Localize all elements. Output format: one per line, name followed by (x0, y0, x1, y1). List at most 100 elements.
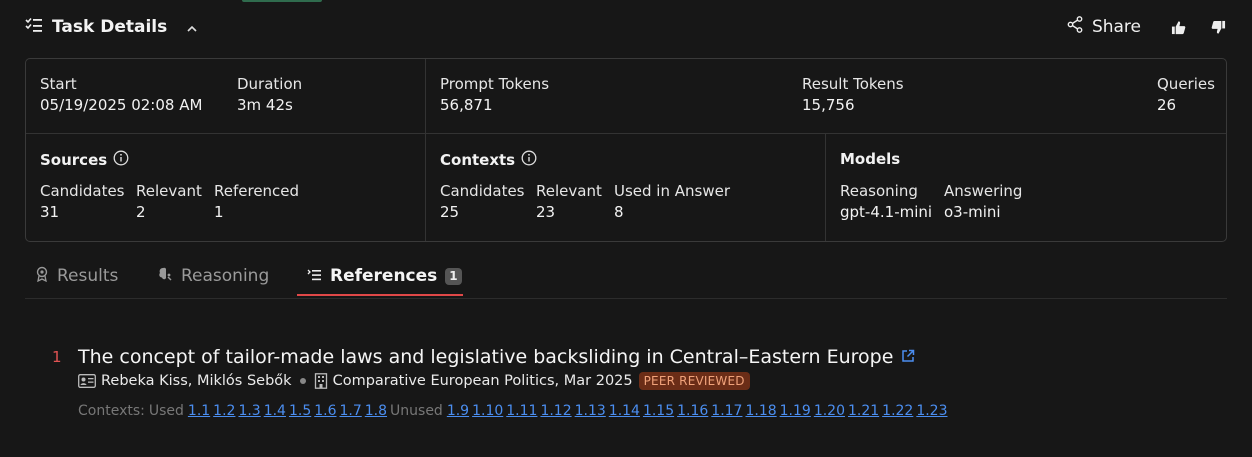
tab-results[interactable]: Results (35, 256, 118, 296)
result-tokens-label: Result Tokens (802, 75, 904, 93)
external-link-icon[interactable] (901, 346, 915, 368)
contexts-title-text: Contexts (440, 151, 516, 169)
tab-reasoning-label: Reasoning (181, 266, 270, 286)
models-title: Models (840, 150, 900, 168)
tab-references[interactable]: References 1 (307, 256, 462, 296)
reference-title-link[interactable]: The concept of tailor-made laws and legi… (78, 346, 915, 368)
context-link[interactable]: 1.21 (848, 403, 879, 419)
info-icon[interactable] (113, 150, 129, 170)
tab-references-label: References (330, 266, 438, 286)
unused-label: Unused (390, 403, 443, 419)
reference-number: 1 (52, 348, 62, 366)
sources-title-text: Sources (40, 151, 108, 169)
context-link[interactable]: 1.9 (447, 403, 469, 419)
contexts-candidates-stat: Candidates 25 (440, 181, 525, 223)
context-link[interactable]: 1.11 (506, 403, 537, 419)
reasoning-model-stat: Reasoning gpt-4.1-mini (840, 181, 932, 223)
sources-candidates-value: 31 (40, 203, 60, 221)
context-link[interactable]: 1.4 (264, 403, 286, 419)
context-link[interactable]: 1.18 (745, 403, 776, 419)
reasoning-model-label: Reasoning (840, 182, 918, 200)
divider (425, 59, 426, 241)
context-link[interactable]: 1.6 (314, 403, 336, 419)
reference-title: The concept of tailor-made laws and legi… (78, 346, 894, 368)
thumbs-down-icon[interactable] (1209, 18, 1227, 36)
contexts-candidates-value: 25 (440, 203, 460, 221)
answering-model-label: Answering (944, 182, 1023, 200)
top-accent-bar (242, 0, 322, 2)
building-icon (314, 373, 328, 389)
tab-reasoning[interactable]: Reasoning (158, 256, 269, 296)
reference-contexts: Contexts: Used 1.1 1.2 1.3 1.4 1.5 1.6 1.7 1.8 Unu… (78, 403, 951, 419)
task-details-header: Task Details Share (25, 14, 1227, 40)
share-button[interactable]: Share (1067, 16, 1141, 38)
context-link[interactable]: 1.16 (677, 403, 708, 419)
answering-model-value: o3-mini (944, 203, 1001, 221)
context-link[interactable]: 1.22 (882, 403, 913, 419)
separator-dot (299, 378, 306, 384)
task-stats-card: Start 05/19/2025 02:08 AM Duration 3m 42… (25, 58, 1227, 242)
context-link[interactable]: 1.14 (609, 403, 640, 419)
context-link[interactable]: 1.10 (472, 403, 503, 419)
prompt-tokens-label: Prompt Tokens (440, 75, 550, 93)
context-link[interactable]: 1.8 (365, 403, 387, 419)
id-card-icon (78, 374, 96, 388)
sources-relevant-value: 2 (136, 203, 146, 221)
sources-title: Sources (40, 150, 129, 170)
context-link[interactable]: 1.3 (238, 403, 260, 419)
queries-label: Queries (1157, 75, 1215, 93)
context-link[interactable]: 1.23 (916, 403, 947, 419)
context-link[interactable]: 1.2 (213, 403, 235, 419)
references-count-badge: 1 (445, 267, 462, 285)
context-link[interactable]: 1.15 (643, 403, 674, 419)
context-link[interactable]: 1.20 (814, 403, 845, 419)
reasoning-model-value: gpt-4.1-mini (840, 203, 933, 221)
divider (26, 133, 1226, 134)
share-icon (1067, 16, 1083, 38)
sources-referenced-label: Referenced (214, 182, 300, 200)
context-link[interactable]: 1.1 (188, 403, 210, 419)
reference-authors: Rebeka Kiss, Miklós Sebők (101, 373, 292, 389)
sources-candidates-stat: Candidates 31 (40, 181, 125, 223)
contexts-title: Contexts (440, 150, 537, 170)
queries-stat: Queries 26 (1157, 74, 1215, 116)
context-link[interactable]: 1.12 (540, 403, 571, 419)
result-tokens-stat: Result Tokens 15,756 (802, 74, 904, 116)
context-link[interactable]: 1.13 (575, 403, 606, 419)
duration-label: Duration (237, 75, 303, 93)
context-link[interactable]: 1.19 (780, 403, 811, 419)
list-check-icon (25, 17, 43, 37)
sources-candidates-label: Candidates (40, 182, 125, 200)
context-link[interactable]: 1.5 (289, 403, 311, 419)
thumbs-up-icon[interactable] (1169, 18, 1187, 36)
prompt-tokens-value: 56,871 (440, 96, 493, 114)
contexts-relevant-value: 23 (536, 203, 556, 221)
contexts-used-label: Used in Answer (614, 182, 731, 200)
divider (825, 134, 826, 241)
start-label: Start (40, 75, 77, 93)
sources-relevant-stat: Relevant 2 (136, 181, 202, 223)
context-link[interactable]: 1.17 (711, 403, 742, 419)
list-icon (307, 266, 322, 286)
award-icon (35, 266, 49, 287)
page-title: Task Details (52, 17, 168, 37)
answering-model-stat: Answering o3-mini (944, 181, 1022, 223)
brain-icon (158, 266, 173, 287)
contexts-used-value: 8 (614, 203, 624, 221)
sources-relevant-label: Relevant (136, 182, 202, 200)
reference-venue: Comparative European Politics, Mar 2025 (332, 373, 633, 389)
used-label: Used (148, 403, 184, 419)
contexts-candidates-label: Candidates (440, 182, 525, 200)
task-details-toggle[interactable]: Task Details (25, 17, 198, 37)
result-tokens-value: 15,756 (802, 96, 855, 114)
reference-meta: Rebeka Kiss, Miklós Sebők Comparative Eu… (78, 372, 750, 390)
share-label: Share (1091, 17, 1141, 37)
chevron-up-icon[interactable] (186, 18, 198, 37)
start-value: 05/19/2025 02:08 AM (40, 96, 203, 114)
context-link[interactable]: 1.7 (340, 403, 362, 419)
info-icon[interactable] (521, 150, 537, 170)
models-title-text: Models (840, 150, 901, 168)
contexts-label: Contexts: (78, 403, 145, 419)
active-tab-indicator (297, 294, 463, 296)
sources-referenced-value: 1 (214, 203, 224, 221)
